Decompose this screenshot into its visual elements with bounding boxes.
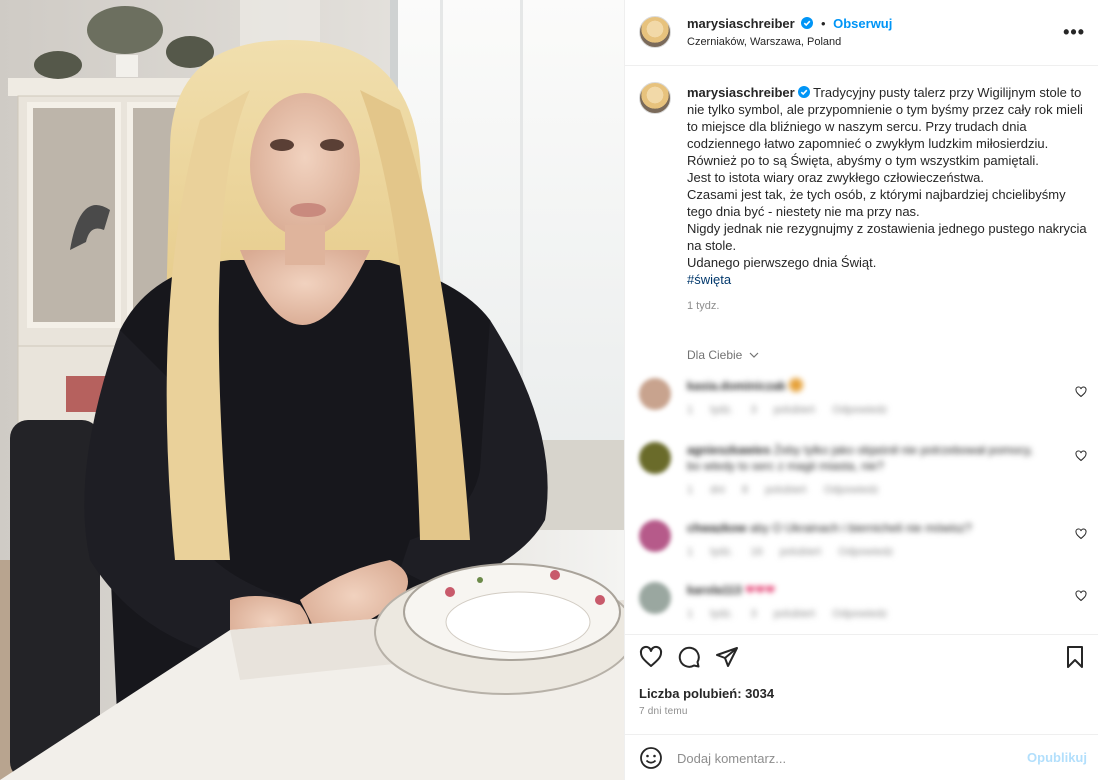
post-photo[interactable] xyxy=(0,0,624,780)
post-caption: marysiaschreiber Tradycyjny pusty talerz… xyxy=(687,84,1087,315)
caption-text: Tradycyjny pusty talerz przy Wigilijnym … xyxy=(687,85,1087,270)
comment-username[interactable]: agnieszkawies xyxy=(687,443,770,457)
for-you-label: Dla Ciebie xyxy=(687,348,743,362)
emoji-icon xyxy=(789,378,804,392)
post-actions xyxy=(625,634,1098,684)
save-bookmark-icon[interactable] xyxy=(1063,645,1087,669)
photo-illustration xyxy=(0,0,624,780)
caption-time: 1 tydz. xyxy=(687,300,720,312)
comment-meta: 1 tydz. 3 polubień Odpowiedz xyxy=(687,404,888,416)
chevron-down-icon xyxy=(749,352,759,358)
like-comment-heart-icon[interactable] xyxy=(1075,450,1087,462)
comment-item: karola113 ❤❤❤ 1 tydz. 3 polubień Odpowie… xyxy=(625,578,1098,630)
post-sidebar: marysiaschreiber • Obserwuj Czerniaków, … xyxy=(624,0,1098,780)
comment-meta: 1 dni 8 polubień Odpowiedz xyxy=(687,484,879,496)
author-avatar[interactable] xyxy=(639,16,671,48)
comment-input[interactable] xyxy=(677,748,1017,768)
instagram-post: marysiaschreiber • Obserwuj Czerniaków, … xyxy=(0,0,1098,780)
like-heart-icon[interactable] xyxy=(639,645,663,669)
like-count[interactable]: Liczba polubień: 3034 xyxy=(639,686,774,701)
comment-meta: 1 tydz. 3 polubień Odpowiedz xyxy=(687,608,888,620)
emoji-picker-icon[interactable] xyxy=(639,746,663,770)
comment-item: kasia.dominiczak 1 tydz. 3 polubień Odpo… xyxy=(625,374,1098,434)
more-options-icon[interactable]: ••• xyxy=(1063,22,1085,43)
like-comment-heart-icon[interactable] xyxy=(1075,386,1087,398)
comment-meta: 1 tydz. 16 polubień Odpowiedz xyxy=(687,546,894,558)
post-header: marysiaschreiber • Obserwuj Czerniaków, … xyxy=(625,0,1098,66)
comment-username[interactable]: kasia.dominiczak xyxy=(687,379,786,393)
comment-content: karola113 ❤❤❤ 1 tydz. 3 polubień Odpowie… xyxy=(687,582,1047,622)
like-comment-heart-icon[interactable] xyxy=(1075,528,1087,540)
add-comment-bar: Opublikuj xyxy=(625,734,1098,780)
post-date: 7 dni temu xyxy=(639,706,688,717)
caption-avatar[interactable] xyxy=(639,82,671,114)
comment-bubble-icon[interactable] xyxy=(677,645,701,669)
caption-body: marysiaschreiber Tradycyjny pusty talerz… xyxy=(687,84,1087,271)
commenter-avatar[interactable] xyxy=(639,442,671,474)
commenter-avatar[interactable] xyxy=(639,520,671,552)
verified-badge-icon xyxy=(797,86,810,98)
follow-button[interactable]: Obserwuj xyxy=(833,16,892,31)
post-location[interactable]: Czerniaków, Warszawa, Poland xyxy=(687,36,841,48)
commenter-avatar[interactable] xyxy=(639,582,671,614)
comment-content: kasia.dominiczak 1 tydz. 3 polubień Odpo… xyxy=(687,378,1047,418)
comment-content: agnieszkawies Żeby tylko jako objaśnił n… xyxy=(687,442,1047,498)
caption-hashtag[interactable]: #święta xyxy=(687,271,1087,288)
share-paper-plane-icon[interactable] xyxy=(715,645,739,669)
author-username[interactable]: marysiaschreiber xyxy=(687,16,795,31)
comment-text: ❤❤❤ xyxy=(745,583,776,597)
comment-username[interactable]: chwazkow xyxy=(687,521,746,535)
comment-text: aby O Ukrainach i biernicheli nie mówisz… xyxy=(749,521,972,535)
like-comment-heart-icon[interactable] xyxy=(1075,590,1087,602)
comment-content: chwazkow aby O Ukrainach i biernicheli n… xyxy=(687,520,1047,560)
commenter-avatar[interactable] xyxy=(639,378,671,410)
caption-username[interactable]: marysiaschreiber xyxy=(687,85,795,100)
for-you-filter[interactable]: Dla Ciebie xyxy=(687,348,759,362)
verified-badge-icon xyxy=(801,17,814,29)
comment-item: agnieszkawies Żeby tylko jako objaśnił n… xyxy=(625,438,1098,498)
comment-item: chwazkow aby O Ukrainach i biernicheli n… xyxy=(625,516,1098,576)
comment-username[interactable]: karola113 xyxy=(687,583,742,597)
author-line: marysiaschreiber • Obserwuj xyxy=(687,16,892,31)
publish-button[interactable]: Opublikuj xyxy=(1027,750,1087,765)
header-separator: • xyxy=(820,16,826,31)
